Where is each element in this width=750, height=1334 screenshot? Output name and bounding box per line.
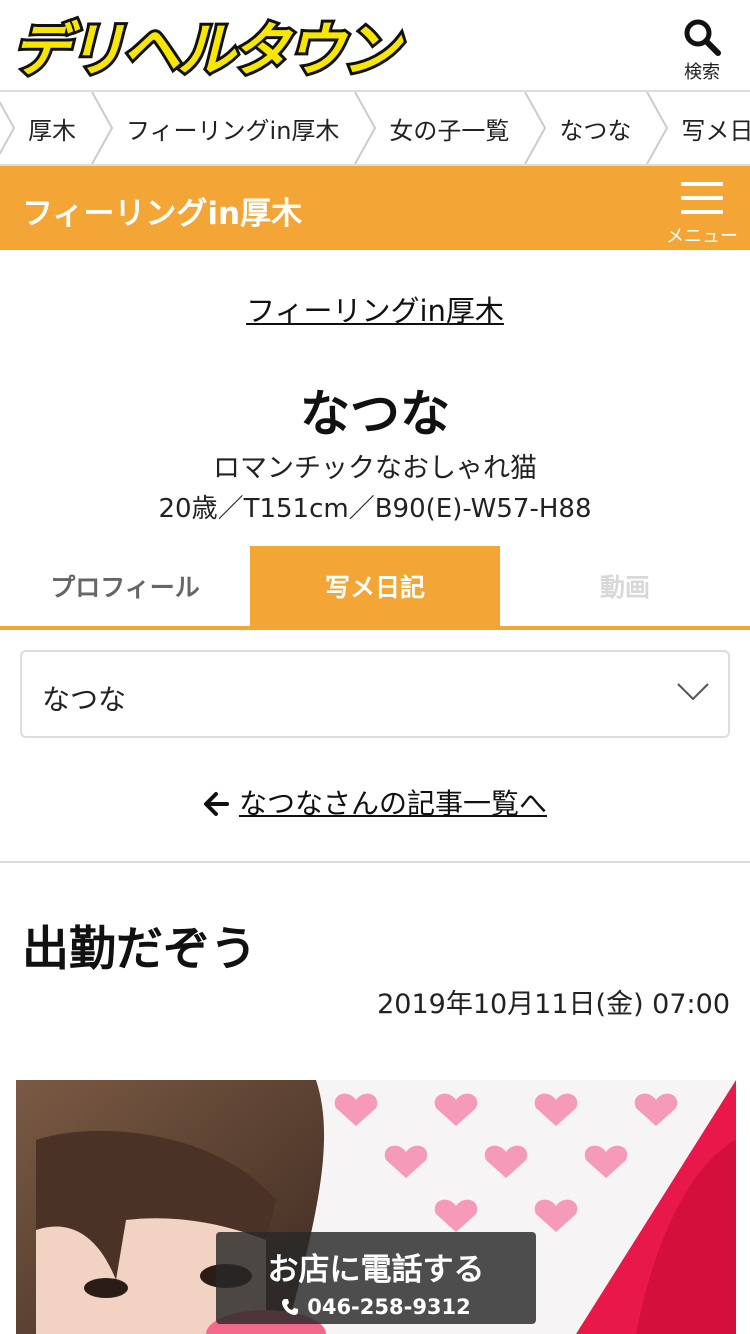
girl-name: なつな	[300, 385, 450, 443]
search-label: 検索	[684, 62, 720, 83]
menu-button[interactable]: メニュー	[662, 180, 742, 247]
search-icon	[684, 19, 721, 56]
shop-link[interactable]: フィーリングin厚木	[0, 288, 750, 330]
site-logo[interactable]: デリヘルタウン	[8, 10, 418, 87]
menu-label: メニュー	[666, 226, 738, 247]
girl-catchphrase: ロマンチックなおしゃれ猫	[213, 453, 537, 484]
breadcrumb-item-area[interactable]: 厚木	[16, 92, 90, 164]
tab-profile[interactable]: プロフィール	[0, 546, 250, 626]
call-shop-button[interactable]: お店に電話する 046-258-9312	[216, 1232, 536, 1324]
tab-movie: 動画	[599, 573, 650, 602]
article-title: 出勤だぞう	[22, 922, 257, 977]
girl-spec: 20歳／T151cm／B90(E)-W57-H88	[158, 494, 592, 524]
call-number: 046-258-9312	[216, 1295, 536, 1319]
breadcrumb-separator-icon	[353, 92, 377, 164]
breadcrumb-item-shop[interactable]: フィーリングin厚木	[114, 92, 353, 164]
girl-select-value: なつな	[42, 683, 127, 716]
arrow-left-icon	[203, 792, 229, 816]
site-header: デリヘルタウン 検索	[0, 0, 750, 90]
phone-icon	[282, 1299, 299, 1315]
breadcrumb-item-girl[interactable]: なつな	[547, 92, 645, 164]
hamburger-icon	[681, 182, 723, 214]
divider	[0, 861, 750, 863]
profile-tabs: プロフィール 写メ日記 動画	[0, 546, 750, 630]
breadcrumb-separator-icon	[645, 92, 669, 164]
call-number-text: 046-258-9312	[307, 1295, 471, 1319]
back-to-list-label: なつなさんの記事一覧へ	[238, 787, 547, 820]
breadcrumb-separator-icon	[90, 92, 114, 164]
search-button[interactable]: 検索	[680, 18, 724, 84]
breadcrumb-item-diary: 写メ日記	[681, 116, 750, 145]
back-to-list-link[interactable]: なつなさんの記事一覧へ	[0, 782, 750, 822]
logo-graphic: デリヘルタウン	[9, 13, 410, 87]
breadcrumb: 厚木 フィーリングin厚木 女の子一覧 なつな 写メ日記	[0, 90, 750, 166]
article-date: 2019年10月11日(金) 07:00	[377, 989, 730, 1020]
girl-select[interactable]: なつな	[20, 650, 730, 738]
breadcrumb-separator-icon	[0, 92, 16, 164]
shop-bar: フィーリングin厚木 メニュー	[0, 166, 750, 250]
breadcrumb-item-girls[interactable]: 女の子一覧	[377, 92, 523, 164]
shop-title[interactable]: フィーリングin厚木	[22, 188, 302, 233]
chevron-down-icon	[677, 683, 709, 701]
logo-text: デリヘルタウン	[12, 16, 404, 82]
breadcrumb-separator-icon	[523, 92, 547, 164]
tab-diary[interactable]: 写メ日記	[250, 546, 500, 626]
call-shop-label: お店に電話する	[267, 1252, 485, 1288]
